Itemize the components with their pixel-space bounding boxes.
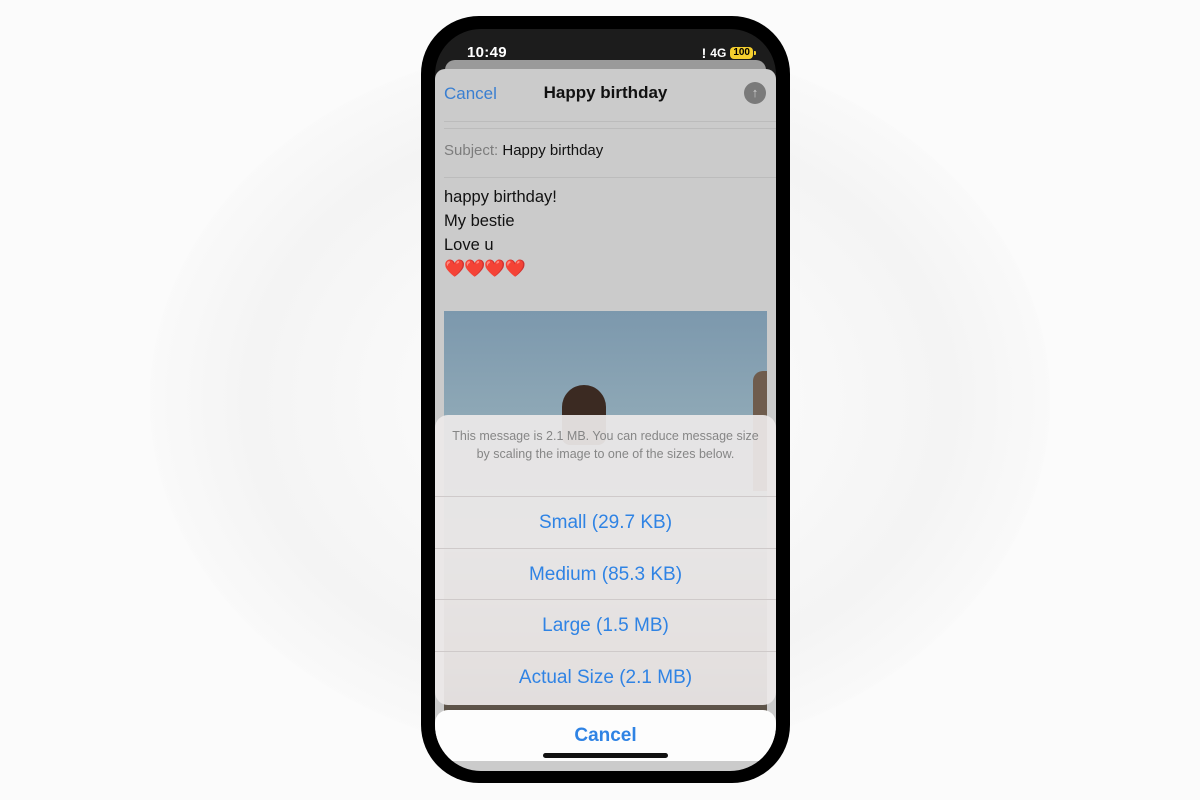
phone-frame: 10:49 ! 4G 100 Cancel Happy birthday ↑ S…	[421, 16, 790, 783]
option-medium[interactable]: Medium (85.3 KB)	[435, 547, 776, 600]
image-size-options: This message is 2.1 MB. You can reduce m…	[435, 415, 776, 705]
action-sheet: This message is 2.1 MB. You can reduce m…	[435, 29, 776, 771]
phone-screen: 10:49 ! 4G 100 Cancel Happy birthday ↑ S…	[435, 29, 776, 771]
option-small[interactable]: Small (29.7 KB)	[435, 496, 776, 548]
action-sheet-message: This message is 2.1 MB. You can reduce m…	[452, 429, 759, 461]
option-actual-size[interactable]: Actual Size (2.1 MB)	[435, 650, 776, 703]
home-indicator[interactable]	[543, 753, 668, 758]
option-large[interactable]: Large (1.5 MB)	[435, 599, 776, 651]
